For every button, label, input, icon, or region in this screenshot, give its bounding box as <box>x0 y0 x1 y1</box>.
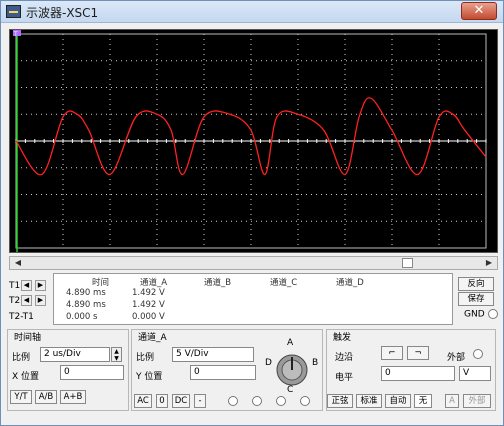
source-a-button[interactable]: A <box>445 394 459 408</box>
trigger-title: 触发 <box>331 330 354 343</box>
channel-a-scale-field[interactable]: 5 V/Div <box>172 347 254 362</box>
rising-edge-icon[interactable]: ⌐ <box>381 346 403 360</box>
none-button[interactable]: 无 <box>414 394 432 408</box>
t1-right-arrow-icon[interactable]: ▶ <box>35 280 46 291</box>
oscilloscope-window: 示波器-XSC1 ✕ T ◀ ▶ T1 ◀ ▶ T2 ◀ ▶ T2-T1 时间 … <box>0 0 504 426</box>
scroll-thumb[interactable] <box>402 258 413 268</box>
save-button[interactable]: 保存 <box>458 292 494 306</box>
ac-button[interactable]: AC <box>134 394 152 408</box>
gnd-label: GND <box>464 309 485 320</box>
dc-button[interactable]: DC <box>172 394 190 408</box>
minus-button[interactable]: - <box>194 394 206 408</box>
scroll-right-icon[interactable]: ▶ <box>483 258 495 268</box>
normal-button[interactable]: 正弦 <box>327 394 353 408</box>
edge-label: 边沿 <box>335 353 354 363</box>
falling-edge-icon[interactable]: ¬ <box>407 346 429 360</box>
standard-button[interactable]: 标准 <box>356 394 382 408</box>
channel-a-title: 通道_A <box>136 330 169 343</box>
t2-left-arrow-icon[interactable]: ◀ <box>21 295 32 306</box>
channel-selector-knob[interactable] <box>273 351 311 389</box>
cursor-marker-label: T <box>13 31 18 38</box>
gnd-radio[interactable] <box>487 309 498 319</box>
header-time: 时间 <box>92 278 110 288</box>
source-external-button[interactable]: 外部 <box>463 394 491 408</box>
title-bar[interactable]: 示波器-XSC1 ✕ <box>1 1 503 23</box>
external-label: 外部 <box>447 353 466 363</box>
close-button[interactable]: ✕ <box>461 2 497 20</box>
channel-radio-2[interactable] <box>252 396 262 406</box>
header-cha: 通道_A <box>140 278 168 288</box>
timebase-panel: 时间轴 比例 2 us/Div ▲ ▼ X 位置 0 Y/T A/B A+B <box>7 329 129 411</box>
header-chd: 通道_D <box>336 278 364 288</box>
t1-cha: 1.492 V <box>132 288 165 298</box>
zero-button[interactable]: 0 <box>156 394 168 408</box>
timebase-scale-label: 比例 <box>12 353 31 363</box>
timebase-scale-field[interactable]: 2 us/Div <box>40 347 110 362</box>
ab-button[interactable]: A/B <box>35 390 57 404</box>
waveform-display: T <box>13 30 487 252</box>
t2-right-arrow-icon[interactable]: ▶ <box>35 295 46 306</box>
readout-table: 时间 通道_A 通道_B 通道_C 通道_D 4.890 ms 1.492 V … <box>53 273 453 325</box>
header-chb: 通道_B <box>204 278 232 288</box>
auto-button[interactable]: 自动 <box>385 394 411 408</box>
knob-d-label: D <box>265 358 272 368</box>
time-scrollbar[interactable]: ◀ ▶ <box>9 256 498 270</box>
timebase-title: 时间轴 <box>12 330 44 343</box>
oscilloscope-icon <box>6 5 21 18</box>
level-field[interactable]: 0 <box>381 366 455 381</box>
channel-a-scale-label: 比例 <box>136 353 155 363</box>
ypos-label: Y 位置 <box>136 372 163 382</box>
aplusb-button[interactable]: A+B <box>60 390 86 404</box>
window-title: 示波器-XSC1 <box>26 6 99 20</box>
trigger-panel: 触发 边沿 ⌐ ¬ 外部 电平 0 V 正弦 标准 自动 无 A 外部 <box>326 329 496 411</box>
xpos-label: X 位置 <box>12 372 40 382</box>
oscilloscope-screen[interactable]: T <box>9 29 498 253</box>
cursor-readout: T1 ◀ ▶ T2 ◀ ▶ T2-T1 时间 通道_A 通道_B 通道_C 通道… <box>9 273 498 325</box>
t2-time: 4.890 ms <box>66 300 106 310</box>
xpos-field[interactable]: 0 <box>60 365 124 380</box>
t2-label: T2 <box>9 296 21 306</box>
channel-radio-1[interactable] <box>228 396 238 406</box>
reverse-button[interactable]: 反向 <box>458 277 494 291</box>
t2t1-label: T2-T1 <box>9 312 34 322</box>
knob-c-label: C <box>287 385 294 395</box>
external-radio[interactable] <box>473 349 483 359</box>
knob-a-label: A <box>287 338 294 348</box>
window-bottom-edge <box>1 413 503 425</box>
t2t1-cha: 0.000 V <box>132 312 165 322</box>
gnd-control: GND <box>464 309 498 320</box>
channel-radio-4[interactable] <box>300 396 310 406</box>
yt-button[interactable]: Y/T <box>10 390 32 404</box>
level-unit-field[interactable]: V <box>459 366 491 381</box>
t1-label: T1 <box>9 281 21 291</box>
ypos-field[interactable]: 0 <box>190 365 256 380</box>
t1-time: 4.890 ms <box>66 288 106 298</box>
timebase-spinner-icon[interactable]: ▲ ▼ <box>111 347 122 362</box>
header-chc: 通道_C <box>270 278 298 288</box>
t2-cha: 1.492 V <box>132 300 165 310</box>
t1-left-arrow-icon[interactable]: ◀ <box>21 280 32 291</box>
knob-b-label: B <box>312 358 319 368</box>
channel-radio-3[interactable] <box>276 396 286 406</box>
t2t1-time: 0.000 s <box>66 312 98 322</box>
level-label: 电平 <box>335 373 354 383</box>
scroll-left-icon[interactable]: ◀ <box>12 258 24 268</box>
